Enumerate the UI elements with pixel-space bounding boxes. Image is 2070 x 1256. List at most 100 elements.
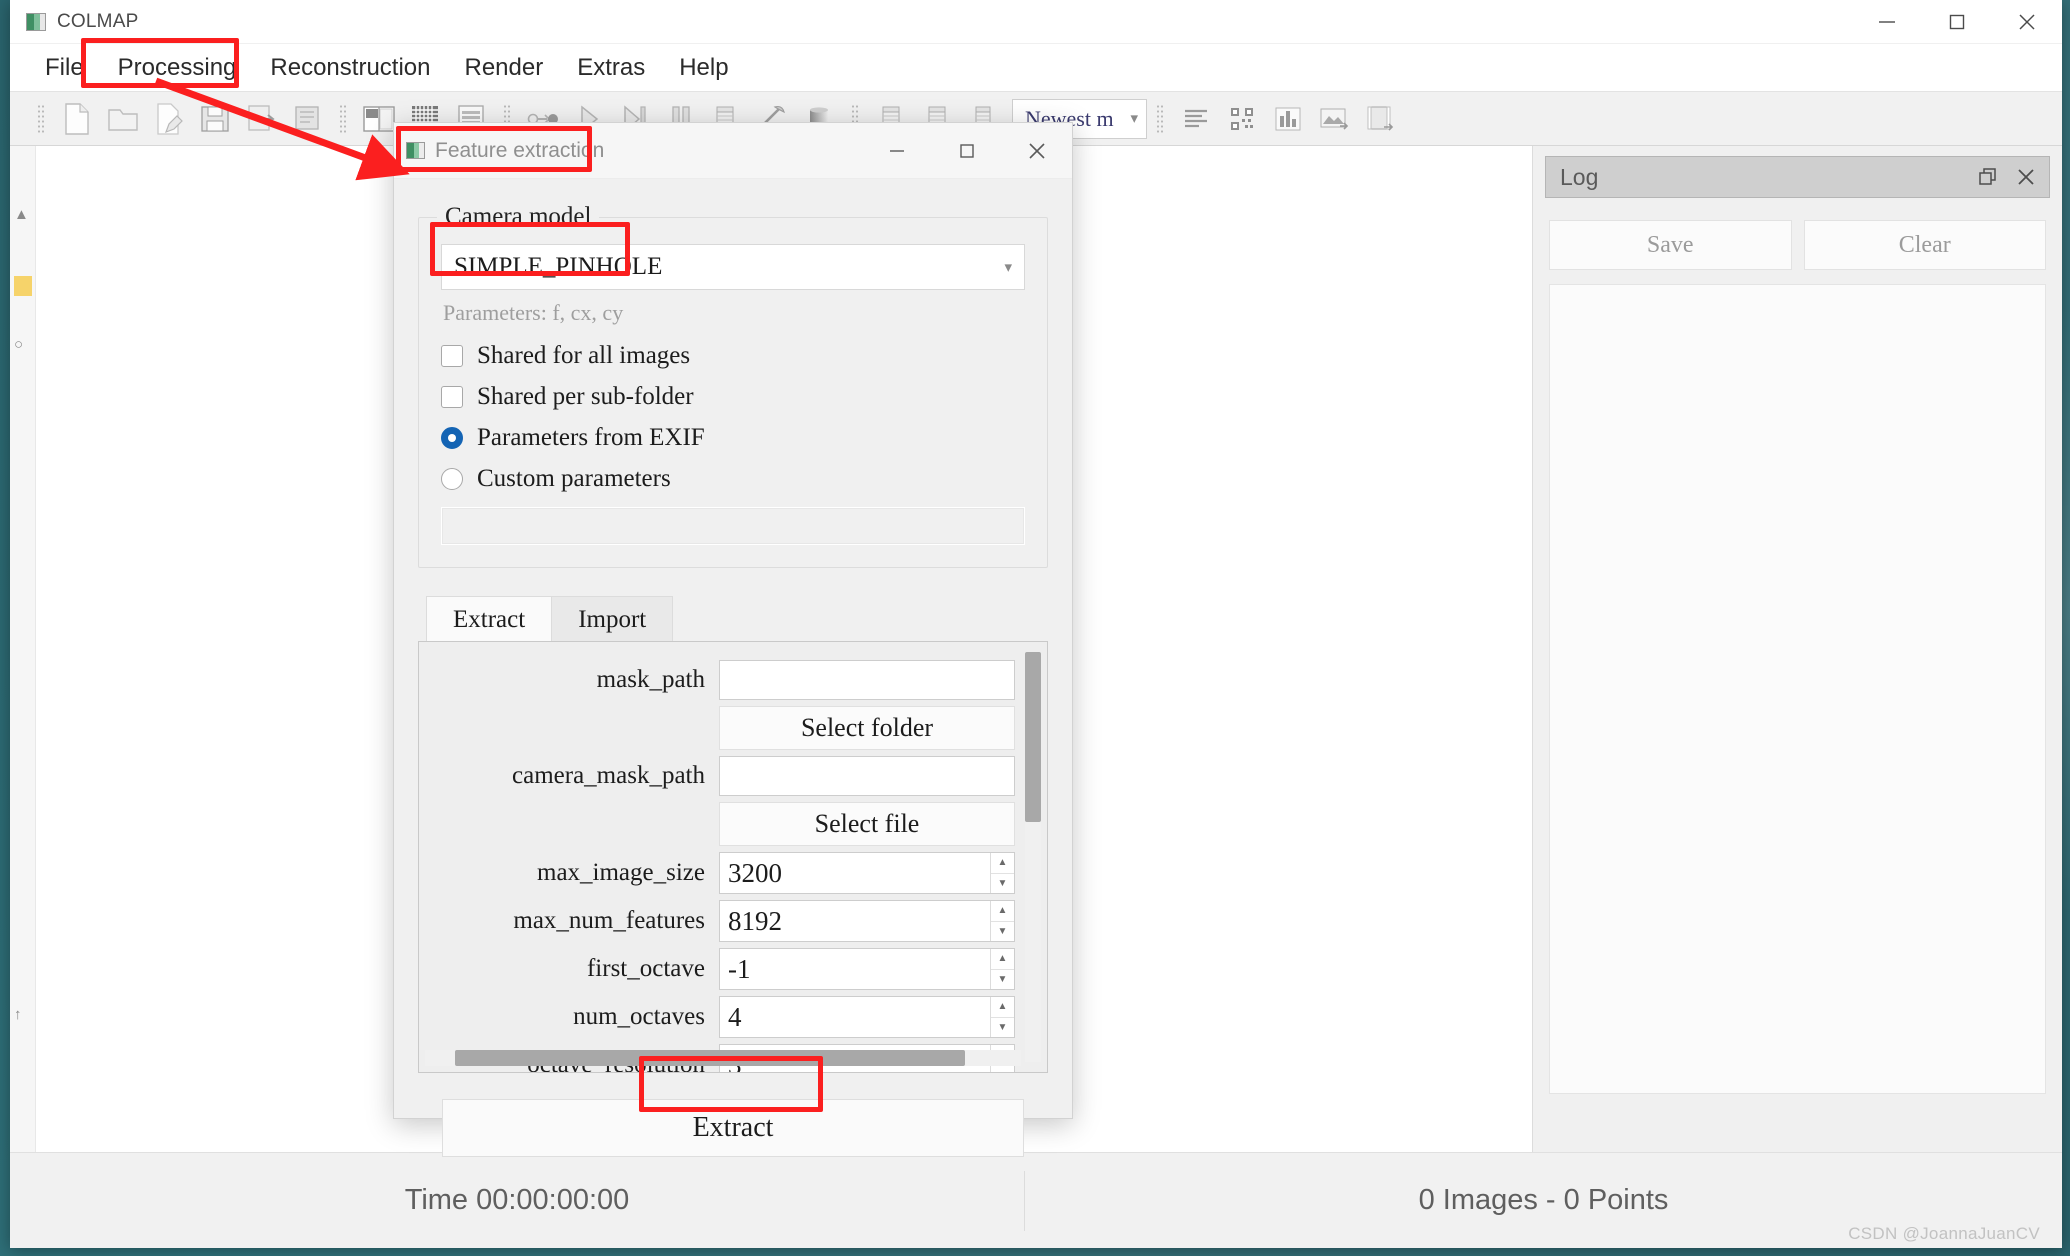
undistort-icon[interactable]: [1311, 97, 1357, 141]
parameter-form: mask_path Select folder camera_mask_path…: [419, 642, 1047, 1072]
scrollbar-thumb[interactable]: [1025, 652, 1041, 822]
toolbar-grip-5[interactable]: [1156, 103, 1164, 134]
export-video-icon[interactable]: [1357, 97, 1403, 141]
log-clear-button[interactable]: Clear: [1803, 220, 2046, 270]
horizontal-scrollbar[interactable]: [425, 1050, 1021, 1066]
export-model-icon[interactable]: [284, 97, 330, 141]
chevron-down-icon[interactable]: ▼: [991, 1018, 1014, 1038]
stepper-arrows[interactable]: ▲▼: [990, 901, 1014, 941]
menu-render[interactable]: Render: [447, 50, 560, 86]
chevron-up-icon[interactable]: ▲: [991, 997, 1014, 1018]
radio-parameters-from-exif[interactable]: [441, 427, 463, 449]
chevron-up-icon[interactable]: ▲: [991, 901, 1014, 922]
camera-model-select[interactable]: SIMPLE_PINHOLE ▾: [441, 244, 1025, 290]
radio-custom-parameters[interactable]: [441, 468, 463, 490]
chevron-down-icon[interactable]: ▼: [991, 970, 1014, 990]
extract-tab-pane: mask_path Select folder camera_mask_path…: [418, 641, 1048, 1073]
stepper-arrows[interactable]: ▲▼: [990, 949, 1014, 989]
chevron-down-icon[interactable]: ▼: [991, 874, 1014, 894]
option-label: Shared for all images: [477, 342, 691, 369]
maximize-icon[interactable]: [932, 123, 1002, 179]
stepper-arrows[interactable]: ▲▼: [990, 853, 1014, 893]
rail-mark-4: ↑: [14, 1006, 22, 1023]
chevron-up-icon[interactable]: ▲: [991, 853, 1014, 874]
screen: COLMAP File Processing Reconstruction Re…: [0, 0, 2070, 1256]
open-project-icon[interactable]: [100, 97, 146, 141]
field-camera-mask-path: camera_mask_path: [419, 756, 1047, 796]
option-shared-for-all-images[interactable]: Shared for all images: [441, 342, 1025, 370]
select-folder-button[interactable]: Select folder: [719, 706, 1015, 750]
minimize-icon[interactable]: [1852, 0, 1922, 44]
tab-import[interactable]: Import: [551, 596, 674, 642]
option-parameters-from-exif[interactable]: Parameters from EXIF: [441, 424, 1025, 452]
import-model-icon[interactable]: [238, 97, 284, 141]
statusbar: Time 00:00:00:00 0 Images - 0 Points CSD…: [10, 1152, 2062, 1248]
extract-button[interactable]: Extract: [442, 1099, 1024, 1157]
chevron-down-icon: ▾: [1130, 111, 1138, 127]
toolbar-grip[interactable]: [37, 103, 45, 134]
max-num-features-stepper[interactable]: 8192 ▲ ▼: [719, 900, 1015, 942]
window-controls: [1852, 0, 2062, 44]
maximize-icon[interactable]: [1922, 0, 1992, 44]
log-actions: Save Clear: [1545, 198, 2050, 270]
checkbox-shared-for-all-images[interactable]: [441, 345, 463, 367]
restore-panel-icon[interactable]: [1969, 158, 2007, 196]
stepper-arrows[interactable]: ▲▼: [990, 997, 1014, 1037]
watermark: CSDN @JoannaJuanCV: [1848, 1224, 2040, 1243]
new-project-icon[interactable]: [54, 97, 100, 141]
chevron-down-icon: ▾: [1004, 259, 1012, 276]
minimize-icon[interactable]: [862, 123, 932, 179]
field-label: max_num_features: [513, 907, 705, 934]
field-max-image-size: max_image_size 3200 ▲ ▼: [419, 852, 1047, 894]
grab-image-icon[interactable]: [1219, 97, 1265, 141]
spin-value: 3200: [728, 857, 782, 888]
chevron-down-icon[interactable]: ▼: [991, 922, 1014, 942]
colmap-logo-icon: [26, 12, 46, 31]
max-image-size-stepper[interactable]: 3200 ▲ ▼: [719, 852, 1015, 894]
log-panel: Log Save Clear: [1532, 146, 2062, 1152]
spin-value: 8192: [728, 905, 782, 936]
mask-path-input[interactable]: [719, 660, 1015, 700]
show-log-icon[interactable]: [1173, 97, 1219, 141]
close-icon[interactable]: [2007, 158, 2045, 196]
log-output[interactable]: [1549, 284, 2046, 1094]
scrollbar-thumb[interactable]: [455, 1050, 965, 1066]
save-project-icon[interactable]: [192, 97, 238, 141]
num-octaves-stepper[interactable]: 4 ▲ ▼: [719, 996, 1015, 1038]
chevron-down-icon[interactable]: ▼: [991, 1066, 1014, 1072]
camera-mask-path-input[interactable]: [719, 756, 1015, 796]
vertical-scrollbar[interactable]: [1025, 652, 1041, 1062]
status-time: Time 00:00:00:00: [404, 1184, 630, 1216]
toolbar-grip-2[interactable]: [339, 103, 347, 134]
menu-file[interactable]: File: [28, 50, 101, 86]
rail-mark-3: ○: [14, 336, 24, 353]
feature-extraction-dialog: Feature extraction Camera model SIMPLE_P…: [393, 122, 1073, 1157]
close-icon[interactable]: [1992, 0, 2062, 44]
log-save-button[interactable]: Save: [1549, 220, 1792, 270]
camera-model-value: SIMPLE_PINHOLE: [454, 253, 663, 280]
first-octave-stepper[interactable]: -1 ▲ ▼: [719, 948, 1015, 990]
camera-model-legend: Camera model: [437, 203, 600, 231]
menu-processing[interactable]: Processing: [101, 50, 254, 86]
field-label: mask_path: [596, 666, 705, 693]
edit-project-icon[interactable]: [146, 97, 192, 141]
field-max-num-features: max_num_features 8192 ▲ ▼: [419, 900, 1047, 942]
option-label: Parameters from EXIF: [477, 424, 705, 451]
select-file-button[interactable]: Select file: [719, 802, 1015, 846]
menu-reconstruction[interactable]: Reconstruction: [253, 50, 447, 86]
option-label: Custom parameters: [477, 465, 671, 492]
menu-extras[interactable]: Extras: [560, 50, 662, 86]
window-title: COLMAP: [57, 10, 139, 32]
left-rail: ▲ ○ ↑: [10, 146, 36, 1152]
close-icon[interactable]: [1002, 123, 1072, 179]
tab-extract[interactable]: Extract: [426, 596, 553, 642]
dialog-titlebar: Feature extraction: [394, 123, 1072, 179]
field-label: camera_mask_path: [512, 762, 705, 789]
custom-parameters-input[interactable]: [441, 507, 1025, 545]
checkbox-shared-per-sub-folder[interactable]: [441, 386, 463, 408]
grab-movie-icon[interactable]: [1265, 97, 1311, 141]
chevron-up-icon[interactable]: ▲: [991, 949, 1014, 970]
menu-help[interactable]: Help: [662, 50, 745, 86]
option-shared-per-sub-folder[interactable]: Shared per sub-folder: [441, 383, 1025, 411]
option-custom-parameters[interactable]: Custom parameters: [441, 465, 1025, 493]
